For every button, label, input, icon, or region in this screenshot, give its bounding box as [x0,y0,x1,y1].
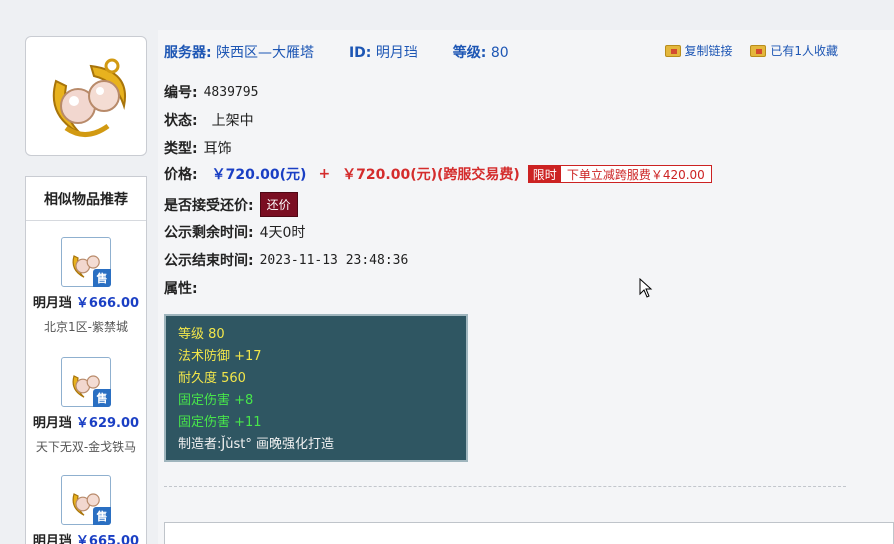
recommend-item[interactable]: 售 明月珰 ￥629.00 天下无双-金戈铁马 [26,357,146,455]
limited-offer-tag: 限时 下单立减跨服费￥420.00 [527,165,712,183]
stat-line: 耐久度 560 [178,371,246,386]
recommend-item-name[interactable]: 明月珰 [33,296,72,311]
recommend-item-server: 天下无双-金戈铁马 [35,440,137,454]
recommend-item-name[interactable]: 明月珰 [33,416,72,431]
section-divider [164,486,846,487]
attributes-label: 属性: [164,281,198,297]
server-label: 服务器: [164,45,212,61]
recommend-item-price: ￥629.00 [75,416,140,431]
remaining-time-label: 公示剩余时间: [164,225,254,241]
stat-line: 法术防御 +17 [178,349,262,364]
recommend-item[interactable]: 售 明月珰 ￥666.00 北京1区-紫禁城 [26,237,146,335]
price-label: 价格: [164,167,198,183]
serial-row: 编号: 4839795 [164,82,258,102]
type-row: 类型: 耳饰 [164,138,232,158]
status-row: 状态: 上架中 [164,110,254,130]
bargain-label: 是否接受还价: [164,197,254,214]
recommend-item-icon[interactable]: 售 [61,475,111,525]
bargain-row: 是否接受还价: 还价 [164,192,298,217]
remaining-time-value: 4天0时 [259,225,306,241]
recommend-item-icon[interactable]: 售 [61,237,111,287]
favorite-label: 已有1人收藏 [770,44,838,58]
serial-label: 编号: [164,85,198,101]
copy-link-icon [664,44,681,57]
end-time-value: 2023-11-13 23:48:36 [259,252,409,268]
recommend-item-price: ￥666.00 [75,296,140,311]
page: 相似物品推荐 售 明月珰 ￥666.00 北京1区-紫禁城 售 明月珰 ￥629… [0,0,894,544]
copy-link-button[interactable]: 复制链接 [664,42,733,59]
status-label: 状态: [164,113,198,129]
level-label: 等级: [452,45,487,61]
id-value: 明月珰 [375,45,418,61]
serial-value: 4839795 [203,84,259,100]
cross-server-fee: ￥720.00(元)(跨服交易费) [342,167,520,183]
recommend-item-price: ￥665.00 [75,534,140,544]
copy-link-label: 复制链接 [684,44,733,58]
similar-items-panel: 相似物品推荐 售 明月珰 ￥666.00 北京1区-紫禁城 售 明月珰 ￥629… [25,176,147,544]
mouse-cursor-icon [639,278,653,298]
end-time-row: 公示结束时间: 2023-11-13 23:48:36 [164,250,408,270]
sale-badge: 售 [93,389,111,407]
stat-line: 固定伤害 +8 [178,393,254,408]
stat-line-maker: 制造者:J̌ǔst° 画晚强化打造 [178,437,334,452]
sale-badge: 售 [93,269,111,287]
level-value: 80 [490,45,509,61]
sale-badge: 售 [93,507,111,525]
attributes-row: 属性: [164,278,198,298]
favorite-icon [750,44,767,57]
id-label: ID: [348,45,372,61]
limited-offer-text: 下单立减跨服费￥420.00 [560,166,711,182]
attributes-box: 等级 80 法术防御 +17 耐久度 560 固定伤害 +8 固定伤害 +11 … [164,314,468,462]
stat-line: 固定伤害 +11 [178,415,262,430]
end-time-label: 公示结束时间: [164,253,254,269]
item-detail-panel: 服务器: 陕西区—大雁塔 ID: 明月珰 等级: 80 复制链接 已有1人收藏 … [158,30,894,544]
recommend-item-name[interactable]: 明月珰 [33,534,72,544]
price-plus: + [318,166,331,182]
type-label: 类型: [164,141,198,157]
item-thumbnail [25,36,147,156]
recommend-item-icon[interactable]: 售 [61,357,111,407]
bargain-button[interactable]: 还价 [259,192,298,217]
notice-box [164,522,894,544]
item-header: 服务器: 陕西区—大雁塔 ID: 明月珰 等级: 80 [164,42,509,62]
item-actions: 复制链接 已有1人收藏 [664,42,852,60]
limited-offer-label: 限时 [528,166,561,182]
price-row: 价格: ￥720.00(元) + ￥720.00(元)(跨服交易费) 限时 下单… [164,164,712,184]
remaining-time-row: 公示剩余时间: 4天0时 [164,222,305,242]
price-value: ￥720.00(元) [211,167,307,183]
recommend-item[interactable]: 售 明月珰 ￥665.00 [26,475,146,544]
server-value: 陕西区—大雁塔 [216,45,315,61]
status-value: 上架中 [211,113,254,129]
favorite-button[interactable]: 已有1人收藏 [750,42,838,59]
earring-icon [52,58,126,137]
similar-items-title: 相似物品推荐 [26,177,146,221]
stat-line: 等级 80 [178,327,225,342]
type-value: 耳饰 [203,141,232,157]
recommend-item-server: 北京1区-紫禁城 [44,320,128,334]
